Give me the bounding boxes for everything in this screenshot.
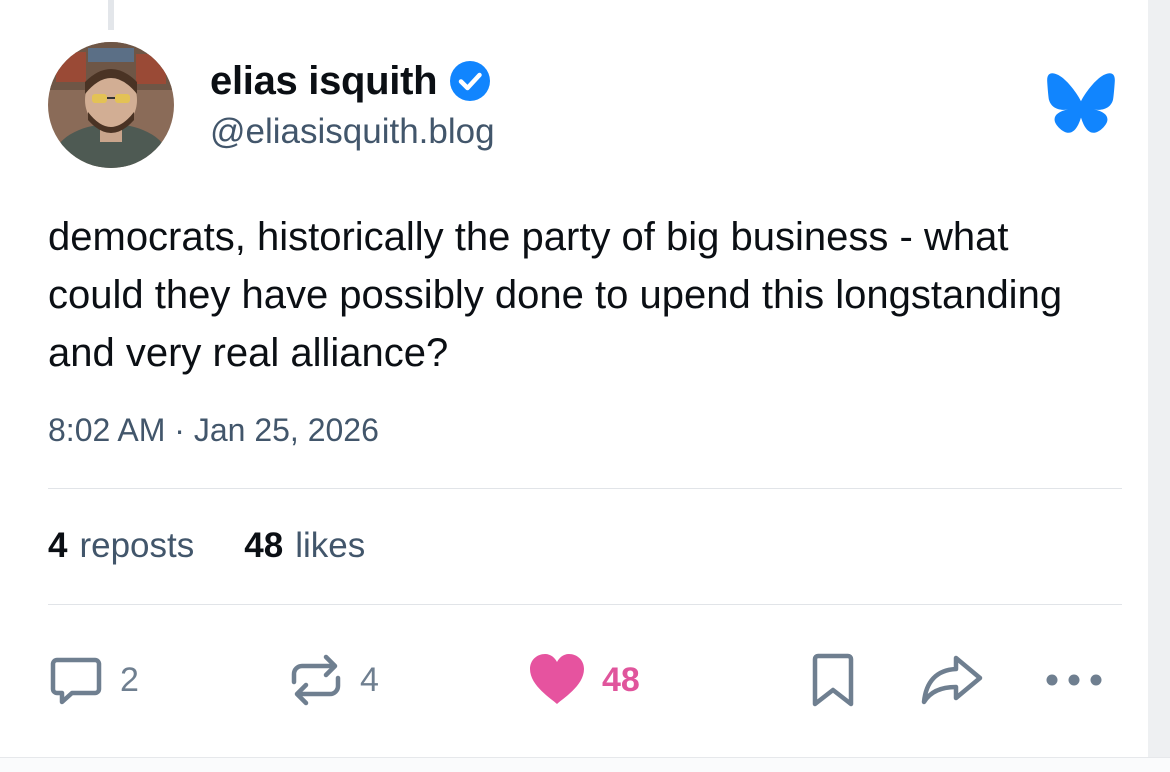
reposts-count: 4 [48, 526, 68, 565]
share-icon [921, 655, 983, 705]
post-text: democrats, historically the party of big… [48, 215, 1063, 375]
like-button[interactable]: 48 [528, 640, 640, 720]
reposts-label: reposts [79, 526, 195, 565]
repost-count: 4 [360, 660, 379, 699]
author-handle[interactable]: @eliasisquith.blog [210, 112, 495, 152]
bluesky-butterfly-icon[interactable] [1046, 72, 1116, 134]
like-count: 48 [602, 660, 640, 699]
reply-bubble-icon [50, 657, 102, 705]
engagement-stats: 4 reposts 48 likes [48, 526, 415, 566]
verified-check-icon [449, 60, 491, 102]
likes-stat[interactable]: 48 likes [244, 526, 365, 566]
post-timestamp[interactable]: 8:02 AM · Jan 25, 2026 [48, 412, 379, 449]
avatar[interactable] [48, 42, 174, 168]
divider [48, 604, 1122, 605]
repost-icon [291, 654, 341, 706]
more-dots-icon [1046, 674, 1102, 686]
bookmark-icon [812, 653, 854, 707]
heart-icon [530, 654, 584, 704]
more-options-button[interactable] [1044, 640, 1104, 720]
repost-button[interactable]: 4 [288, 640, 379, 720]
author-display-name[interactable]: elias isquith [210, 59, 438, 104]
bookmark-button[interactable] [810, 640, 856, 720]
reply-count: 2 [120, 660, 139, 699]
thread-connector-line [108, 0, 114, 30]
reply-button[interactable]: 2 [48, 640, 139, 720]
likes-count: 48 [244, 526, 284, 565]
author-name-row[interactable]: elias isquith [210, 56, 491, 106]
post-action-bar: 2 4 48 [0, 640, 1170, 720]
bottom-border [0, 757, 1170, 772]
share-button[interactable] [920, 640, 984, 720]
reposts-stat[interactable]: 4 reposts [48, 526, 194, 566]
likes-label: likes [295, 526, 366, 565]
divider [48, 488, 1122, 489]
